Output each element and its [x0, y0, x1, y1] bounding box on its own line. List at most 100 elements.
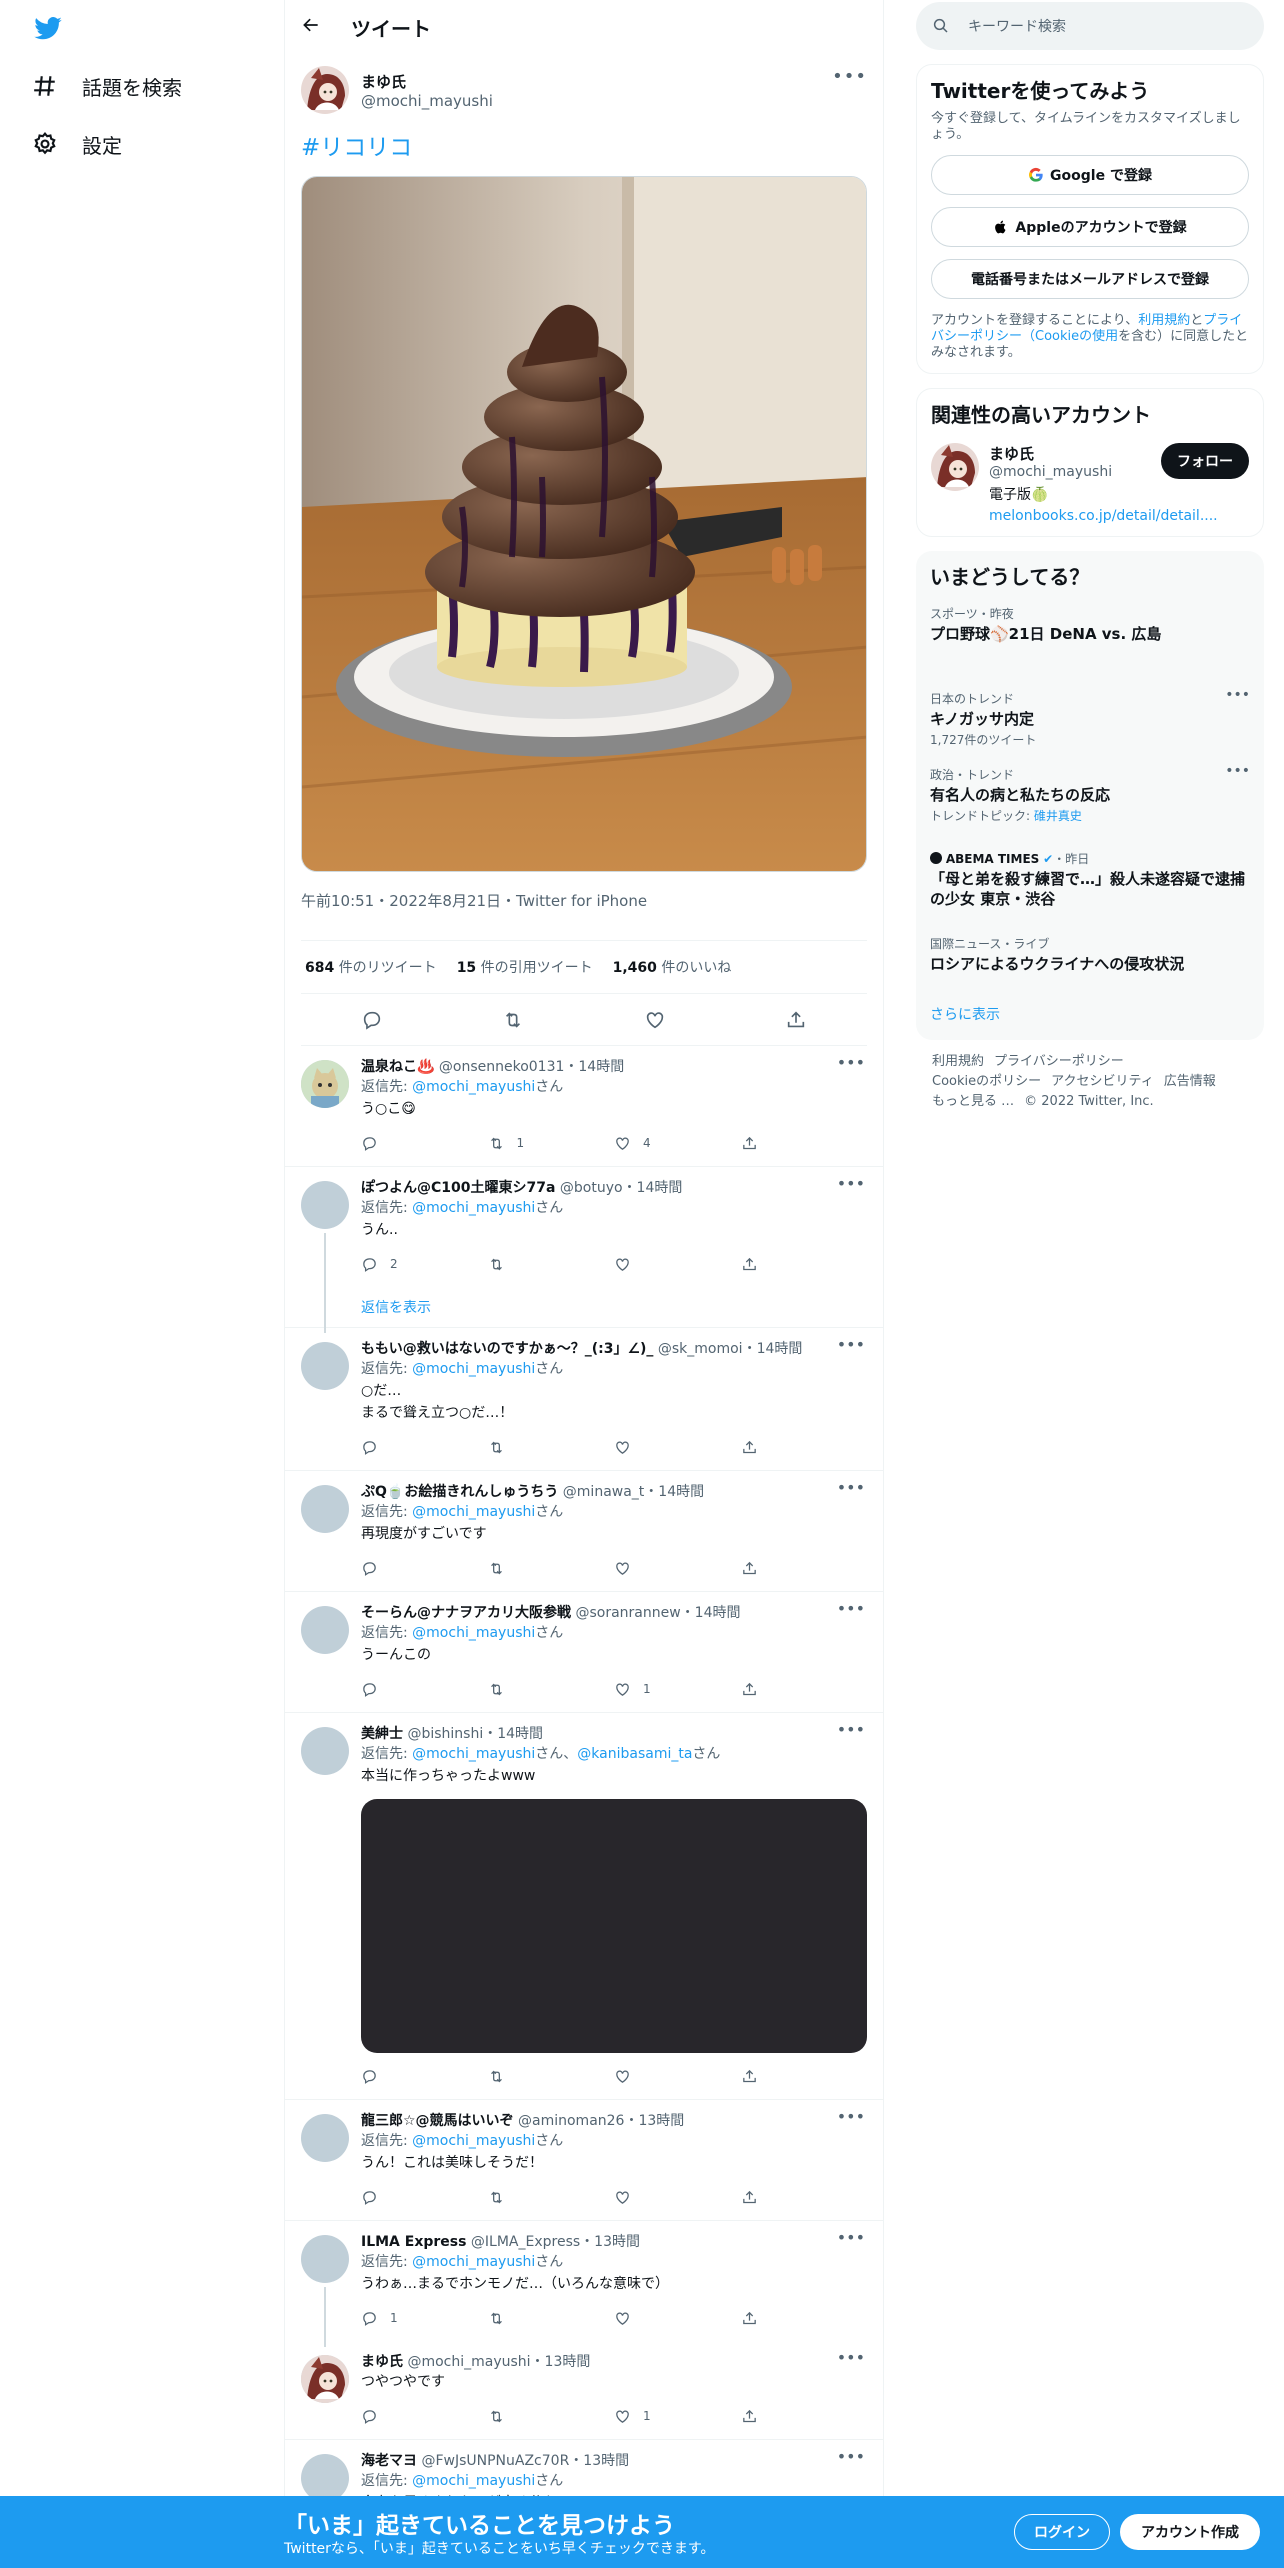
share-button[interactable]: [741, 1256, 868, 1273]
reply-to-link[interactable]: @mochi_mayushi: [412, 2473, 535, 2489]
reply-button[interactable]: 2: [361, 1256, 488, 1273]
share-button[interactable]: [741, 1135, 868, 1152]
reply-to-link[interactable]: @mochi_mayushi: [412, 1504, 535, 1520]
quote-stat[interactable]: 15 件の引用ツイート: [457, 957, 593, 977]
retweet-button[interactable]: [488, 2408, 615, 2425]
reply-tweet[interactable]: ••• まゆ氏 @mochi_mayushi・13時間 つやつやです 1: [285, 2341, 883, 2440]
reply-button[interactable]: [361, 1681, 488, 1698]
footer-link[interactable]: 利用規約: [932, 1054, 984, 1069]
phone-email-signup-button[interactable]: 電話番号またはメールアドレスで登録: [931, 259, 1249, 299]
reply-tweet[interactable]: ••• ぽつよん@C100土曜東シ77a @botuyo・14時間 返信先: @mo…: [285, 1167, 883, 1333]
reply-button[interactable]: [361, 1135, 488, 1152]
avatar[interactable]: [301, 2355, 349, 2403]
reply-to-link[interactable]: @mochi_mayushi: [412, 2133, 535, 2149]
retweet-button[interactable]: [488, 1681, 615, 1698]
reply-button[interactable]: 1: [361, 2310, 488, 2327]
tweet-photo[interactable]: [301, 176, 867, 872]
reply-author-handle[interactable]: @aminoman26・13時間: [518, 2113, 684, 2129]
reply-to-link[interactable]: @kanibasami_ta: [577, 1746, 692, 1762]
more-icon[interactable]: •••: [837, 1480, 865, 1496]
apple-signup-button[interactable]: Appleのアカウントで登録: [931, 207, 1249, 247]
reply-author-name[interactable]: 海老マヨ: [361, 2453, 417, 2469]
like-stat[interactable]: 1,460 件のいいね: [613, 957, 732, 977]
tweet-hashtag[interactable]: #リコリコ: [301, 128, 867, 162]
reply-to-link[interactable]: @mochi_mayushi: [412, 1746, 535, 1762]
share-button[interactable]: [741, 2068, 868, 2085]
avatar[interactable]: [301, 1606, 349, 1654]
footer-more-link[interactable]: もっと見る …: [932, 1094, 1014, 1109]
author-name[interactable]: まゆ氏: [361, 71, 493, 92]
like-button[interactable]: 4: [614, 1135, 741, 1152]
reply-author-name[interactable]: ぷQ🍵お絵描きれんしゅうちう: [361, 1484, 558, 1500]
reply-author-name[interactable]: 龍三郎☆@競馬はいいぞ: [361, 2113, 514, 2129]
reply-author-handle[interactable]: @bishinshi・14時間: [407, 1726, 543, 1742]
share-button[interactable]: [741, 2310, 868, 2327]
like-button[interactable]: [614, 1256, 741, 1273]
more-icon[interactable]: •••: [837, 1722, 865, 1738]
retweet-stat[interactable]: 684 件のリツイート: [305, 957, 437, 977]
terms-link[interactable]: 利用規約: [1138, 313, 1190, 328]
more-icon[interactable]: •••: [837, 1601, 865, 1617]
reply-tweet[interactable]: ••• 温泉ねこ♨️ @onsenneko0131・14時間 返信先: @mochi…: [285, 1046, 883, 1167]
like-button[interactable]: [614, 2189, 741, 2206]
share-icon[interactable]: [785, 1009, 807, 1031]
follow-button[interactable]: フォロー: [1161, 443, 1249, 479]
avatar[interactable]: [931, 443, 979, 491]
reply-author-handle[interactable]: @ILMA_Express・13時間: [471, 2234, 640, 2250]
reply-tweet[interactable]: ••• そーらん@ナナヲアカリ大阪参戦 @soranrannew・14時間 返信先:…: [285, 1592, 883, 1713]
more-icon[interactable]: •••: [837, 1176, 865, 1192]
like-button[interactable]: [614, 2068, 741, 2085]
reply-tweet[interactable]: ••• 美紳士 @bishinshi・14時間 返信先: @mochi_mayush…: [285, 1713, 883, 2100]
more-icon[interactable]: •••: [837, 2230, 865, 2246]
more-icon[interactable]: •••: [832, 68, 867, 86]
reply-button[interactable]: [361, 2408, 488, 2425]
like-button[interactable]: [614, 1439, 741, 1456]
reply-to-link[interactable]: @mochi_mayushi: [412, 1079, 535, 1095]
more-icon[interactable]: •••: [837, 1337, 865, 1353]
reply-author-handle[interactable]: @sk_momoi・14時間: [658, 1341, 803, 1357]
reply-to-link[interactable]: @mochi_mayushi: [412, 1361, 535, 1377]
tweet-author[interactable]: まゆ氏 @mochi_mayushi: [301, 66, 867, 114]
reply-author-name[interactable]: 美紳士: [361, 1726, 403, 1742]
share-button[interactable]: [741, 1439, 868, 1456]
share-button[interactable]: [741, 2189, 868, 2206]
like-button[interactable]: 1: [614, 1681, 741, 1698]
share-button[interactable]: [741, 1560, 868, 1577]
avatar[interactable]: [301, 2235, 349, 2283]
retweet-button[interactable]: [488, 1439, 615, 1456]
reply-author-handle[interactable]: @soranrannew・14時間: [575, 1605, 740, 1621]
trend-item[interactable]: 日本のトレンド キノガッサ内定 1,727件のツイート •••: [930, 688, 1250, 748]
trend-item[interactable]: 国際ニュース・ライブ ロシアによるウクライナへの侵攻状況: [930, 935, 1250, 974]
show-replies-link[interactable]: 返信を表示: [361, 1287, 867, 1327]
retweet-button[interactable]: 1: [488, 1135, 615, 1152]
more-icon[interactable]: •••: [837, 1055, 865, 1071]
reply-author-name[interactable]: まゆ氏: [361, 2354, 403, 2370]
like-button[interactable]: [614, 1560, 741, 1577]
twitter-logo-icon[interactable]: [32, 14, 64, 44]
more-icon[interactable]: •••: [837, 2109, 865, 2125]
show-more-trends-link[interactable]: さらに表示: [930, 1004, 1250, 1024]
more-icon[interactable]: •••: [1225, 764, 1250, 778]
more-icon[interactable]: •••: [837, 2449, 865, 2465]
reply-to-link[interactable]: @mochi_mayushi: [412, 2254, 535, 2270]
avatar[interactable]: [301, 1342, 349, 1390]
more-icon[interactable]: •••: [1225, 688, 1250, 702]
reply-author-name[interactable]: ILMA Express: [361, 2234, 466, 2250]
share-button[interactable]: [741, 2408, 868, 2425]
avatar[interactable]: [301, 2114, 349, 2162]
related-account[interactable]: まゆ氏 @mochi_mayushi 電子版🍈 melonbooks.co.jp…: [931, 443, 1249, 524]
like-button[interactable]: 1: [614, 2408, 741, 2425]
footer-link[interactable]: プライバシーポリシー: [994, 1054, 1124, 1069]
reply-author-handle[interactable]: @mochi_mayushi・13時間: [407, 2354, 590, 2370]
avatar[interactable]: [301, 1060, 349, 1108]
reply-author-handle[interactable]: @minawa_t・14時間: [563, 1484, 704, 1500]
reply-author-name[interactable]: 温泉ねこ♨️: [361, 1059, 434, 1075]
retweet-icon[interactable]: [502, 1009, 524, 1031]
reply-to-link[interactable]: @mochi_mayushi: [412, 1200, 535, 1216]
retweet-button[interactable]: [488, 1560, 615, 1577]
reply-author-handle[interactable]: @onsenneko0131・14時間: [439, 1059, 624, 1075]
reply-button[interactable]: [361, 2189, 488, 2206]
signup-button[interactable]: アカウント作成: [1120, 2514, 1260, 2550]
retweet-button[interactable]: [488, 2068, 615, 2085]
avatar[interactable]: [301, 1181, 349, 1229]
